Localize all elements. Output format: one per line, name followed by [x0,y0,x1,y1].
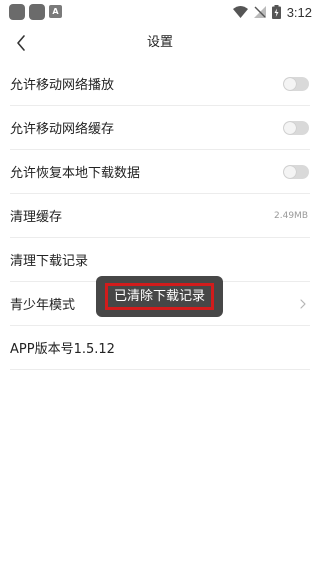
setting-label: 青少年模式 [10,298,76,313]
back-button[interactable] [8,30,34,56]
no-signal-icon [253,6,266,18]
wifi-icon [232,6,248,18]
setting-label: 清理下载记录 [10,254,89,269]
setting-restore-downloads: 允许恢复本地下载数据 [10,150,310,194]
toast: 已清除下载记录 [96,276,223,317]
setting-mobile-play: 允许移动网络播放 [10,62,310,106]
setting-label: 允许恢复本地下载数据 [10,166,141,181]
chevron-right-icon [300,298,306,309]
page-title: 设置 [146,35,173,50]
cache-size: 2.49MB [274,210,308,221]
setting-label: 允许移动网络缓存 [10,122,115,137]
toggle-knob [284,121,296,134]
restore-downloads-toggle[interactable] [283,164,309,179]
status-bar-system: 3:12 [232,3,312,21]
mobile-cache-toggle[interactable] [283,120,309,135]
nav-bar: 设置 [0,24,320,62]
chevron-left-icon [17,35,25,51]
app-notification-icon [29,4,45,20]
toggle-knob [284,165,296,178]
setting-label: 清理缓存 [10,210,63,225]
toast-message: 已清除下载记录 [104,283,214,310]
setting-label: APP版本号1.5.12 [10,342,115,357]
status-bar: A 3:12 [0,0,320,24]
setting-label: 允许移动网络播放 [10,78,115,93]
status-bar-notifications: A [9,4,62,20]
setting-clear-cache[interactable]: 清理缓存 2.49MB [10,194,310,238]
setting-app-version: APP版本号1.5.12 [10,326,310,370]
battery-charging-icon [271,5,281,19]
toggle-knob [284,77,296,90]
mobile-play-toggle[interactable] [283,76,309,91]
settings-list: 允许移动网络播放 允许移动网络缓存 允许恢复本地下载数据 清理缓存 2.49MB… [10,62,310,370]
app-notification-icon [9,4,25,20]
a-notification-icon: A [49,5,62,18]
clock: 3:12 [286,4,312,20]
setting-mobile-cache: 允许移动网络缓存 [10,106,310,150]
